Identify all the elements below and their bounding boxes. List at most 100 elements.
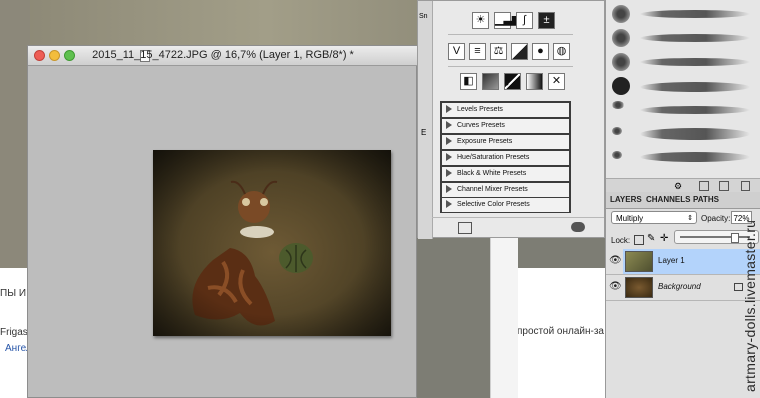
- browser-page-fragment-right: простой онлайн-за: [516, 268, 608, 398]
- clip-to-layer-icon[interactable]: [458, 222, 472, 234]
- lock-transparency-icon[interactable]: [634, 235, 644, 245]
- page-text: простой онлайн-за: [517, 326, 604, 337]
- panel-options-icon[interactable]: [571, 222, 585, 232]
- lock-pixels-icon[interactable]: ✎: [647, 233, 655, 244]
- tab-paths[interactable]: PATHS: [693, 192, 719, 208]
- brush-grid-icon[interactable]: [699, 181, 709, 191]
- preset-item[interactable]: Hue/Saturation Presets: [442, 151, 569, 165]
- brush-stroke-preview: [640, 58, 750, 66]
- brush-tip-icon: [612, 127, 622, 135]
- levels-icon[interactable]: ▁▃▆: [494, 12, 520, 29]
- preset-item[interactable]: Exposure Presets: [442, 135, 569, 149]
- layer-row-background[interactable]: 👁 Background: [606, 275, 760, 301]
- blend-mode-select[interactable]: Multiply ⇕: [611, 211, 697, 224]
- brush-presets-panel: ⚙: [605, 0, 760, 193]
- black-white-icon[interactable]: [511, 43, 528, 60]
- adjustment-presets-list: Levels Presets Curves Presets Exposure P…: [440, 101, 571, 213]
- brush-panel-footer: ⚙: [606, 178, 760, 193]
- document-title: 2015_11_15_4722.JPG @ 16,7% (Layer 1, RG…: [92, 49, 354, 61]
- brush-stroke-preview: [640, 82, 750, 92]
- brush-preset[interactable]: [606, 2, 760, 26]
- brush-preset[interactable]: [606, 146, 760, 170]
- divider: [432, 217, 604, 218]
- layers-panel: LAYERS CHANNELS PATHS Multiply ⇕ Opacity:…: [605, 192, 760, 398]
- image-canvas[interactable]: [153, 150, 391, 336]
- preset-item[interactable]: Levels Presets: [442, 103, 569, 117]
- brush-stroke-preview: [640, 34, 750, 42]
- chevron-updown-icon: ⇕: [687, 215, 693, 222]
- disclosure-triangle-icon: [446, 105, 452, 114]
- preset-item[interactable]: Selective Color Presets: [442, 198, 569, 212]
- vibrance-icon[interactable]: V: [448, 43, 465, 60]
- brush-stroke-preview: [640, 152, 750, 162]
- blend-mode-value: Multiply: [616, 214, 644, 223]
- slider-handle[interactable]: [731, 233, 739, 243]
- layer-thumbnail: [625, 277, 653, 298]
- brush-tip-icon: [612, 77, 630, 95]
- layer-row-layer-1[interactable]: 👁 Layer 1: [606, 249, 760, 275]
- brush-preset[interactable]: [606, 98, 760, 122]
- brush-preset[interactable]: [606, 26, 760, 50]
- lock-label: Lock:: [611, 236, 631, 245]
- page-text: Frigas: [0, 327, 28, 338]
- invert-icon[interactable]: ◧: [460, 73, 477, 90]
- disclosure-triangle-icon: [446, 200, 452, 209]
- disclosure-triangle-icon: [446, 153, 452, 162]
- doll-photo: [153, 150, 391, 336]
- brush-tip-icon: [612, 101, 624, 109]
- document-window: 2015_11_15_4722.JPG @ 16,7% (Layer 1, RG…: [27, 45, 418, 398]
- lock-position-icon[interactable]: ✛: [660, 233, 668, 244]
- layers-panel-tabs: LAYERS CHANNELS PATHS: [606, 192, 760, 209]
- layer-name[interactable]: Background: [658, 282, 701, 291]
- strip-fragment: Sn: [419, 13, 428, 20]
- preset-item[interactable]: Curves Presets: [442, 119, 569, 133]
- preset-item[interactable]: Black & White Presets: [442, 167, 569, 181]
- brush-tip-icon: [612, 53, 630, 71]
- curves-icon[interactable]: ∫: [516, 12, 533, 29]
- channel-mixer-icon[interactable]: ◍: [553, 43, 570, 60]
- brush-preset[interactable]: [606, 74, 760, 98]
- eye-icon[interactable]: 👁: [609, 281, 622, 293]
- photo-filter-icon[interactable]: ●: [532, 43, 549, 60]
- tab-layers[interactable]: LAYERS: [610, 192, 642, 208]
- brush-stroke-preview: [640, 106, 750, 114]
- divider: [448, 66, 573, 67]
- brush-options-icon[interactable]: ⚙: [674, 181, 682, 192]
- divider: [448, 34, 573, 35]
- color-balance-icon[interactable]: ⚖: [490, 43, 507, 60]
- preset-item[interactable]: Channel Mixer Presets: [442, 183, 569, 197]
- layer-thumbnail: [625, 251, 653, 272]
- watermark: artmary-dolls.livemaster.ru: [742, 219, 758, 392]
- brush-preset[interactable]: [606, 50, 760, 74]
- adjustments-side-strip: Sn E: [418, 1, 433, 239]
- brush-tip-icon: [612, 29, 630, 47]
- disclosure-triangle-icon: [446, 121, 452, 130]
- lock-icon: [734, 283, 743, 291]
- disclosure-triangle-icon: [446, 169, 452, 178]
- threshold-icon[interactable]: [504, 73, 521, 90]
- new-brush-icon[interactable]: [719, 181, 729, 191]
- disclosure-triangle-icon: [446, 185, 452, 194]
- layer-name[interactable]: Layer 1: [658, 256, 685, 265]
- selective-color-icon[interactable]: ✕: [548, 73, 565, 90]
- eye-icon[interactable]: 👁: [609, 255, 622, 267]
- brush-preset[interactable]: [606, 122, 760, 146]
- brightness-contrast-icon[interactable]: ☀: [472, 12, 489, 29]
- gradient-map-icon[interactable]: [526, 73, 543, 90]
- brush-stroke-preview: [640, 10, 750, 18]
- exposure-icon[interactable]: ±: [538, 12, 555, 29]
- opacity-label: Opacity:: [701, 214, 731, 223]
- slider-track: [680, 236, 750, 238]
- brush-tip-icon: [612, 5, 630, 23]
- document-title-bar[interactable]: 2015_11_15_4722.JPG @ 16,7% (Layer 1, RG…: [28, 46, 418, 66]
- tab-channels[interactable]: CHANNELS: [646, 192, 690, 208]
- adjustments-panel: Sn E ☀ ▁▃▆ ∫ ± V ≡ ⚖ ● ◍ ◧ ✕ Levels Pres…: [417, 0, 605, 239]
- posterize-icon[interactable]: [482, 73, 499, 90]
- hue-saturation-icon[interactable]: ≡: [469, 43, 486, 60]
- disclosure-triangle-icon: [446, 137, 452, 146]
- delete-brush-icon[interactable]: [741, 181, 750, 191]
- browser-page-fragment: ПЫ И Frigas Ангел: [0, 268, 32, 398]
- brush-tip-icon: [612, 151, 622, 159]
- strip-fragment: E: [421, 128, 427, 137]
- page-text: ПЫ И: [0, 288, 27, 299]
